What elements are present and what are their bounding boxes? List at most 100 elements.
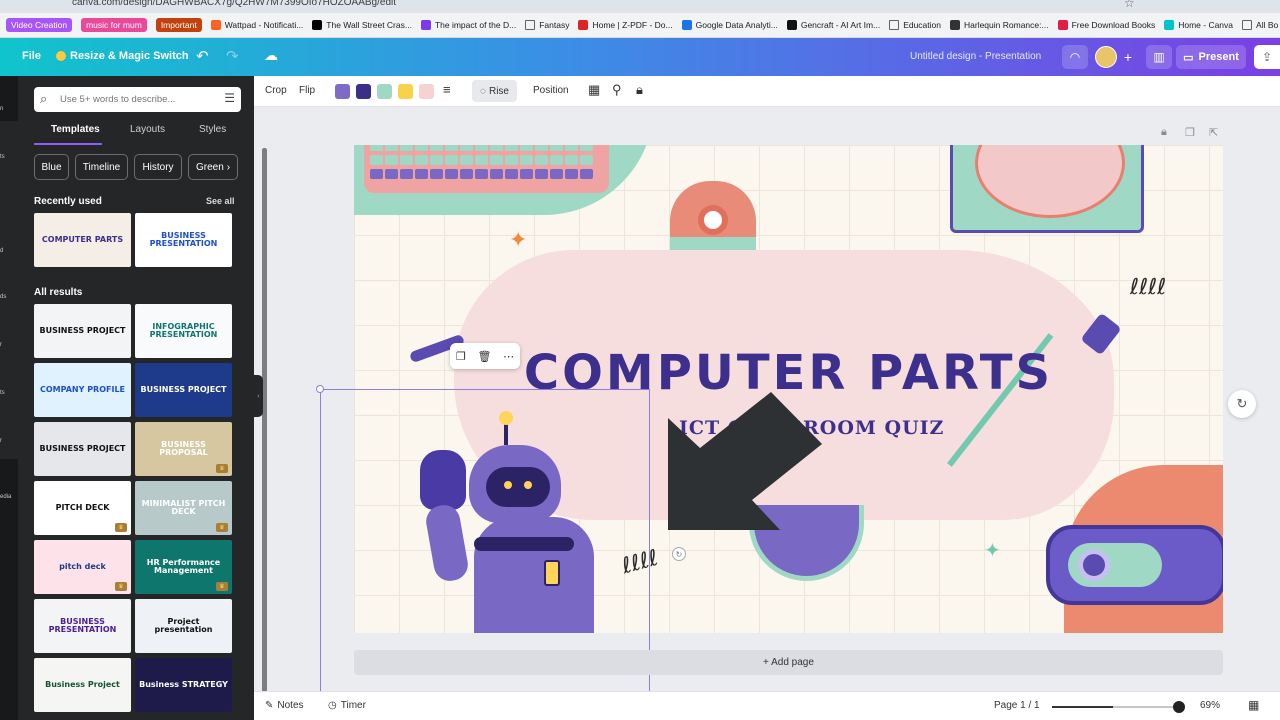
refresh-suggestions-icon[interactable]: ↻ [1228, 390, 1256, 418]
rail-uploads-item[interactable]: r [0, 342, 2, 348]
color-swatch-purple[interactable] [335, 84, 350, 99]
duplicate-page-icon[interactable]: ❐ [1185, 126, 1195, 139]
projector-graphic[interactable] [1046, 525, 1223, 605]
insights-chart-icon[interactable]: ▥ [1146, 45, 1172, 69]
rotate-handle-icon[interactable]: ↻ [672, 547, 686, 561]
template-thumbnail[interactable]: Project presentation [135, 599, 232, 653]
sparkle-star-icon[interactable]: ✦ [509, 227, 527, 253]
design-title[interactable]: Untitled design - Presentation [910, 51, 1041, 62]
template-thumbnail[interactable]: HR Performance Management ♛ [135, 540, 232, 594]
redo-icon[interactable]: ↷ [226, 47, 239, 65]
chip-green[interactable]: Green › [188, 154, 238, 180]
keyboard-graphic[interactable] [364, 145, 609, 193]
delete-trash-icon[interactable]: 🗑︎ [477, 350, 491, 363]
template-thumbnail[interactable]: PITCH DECK ♛ [34, 481, 131, 535]
user-avatar[interactable] [1095, 46, 1117, 68]
color-swatch-navy[interactable] [356, 84, 371, 99]
template-thumbnail[interactable]: BUSINESS PROJECT [34, 422, 131, 476]
line-weight-icon[interactable]: ≡ [443, 82, 451, 97]
browser-address-bar[interactable]: canva.com/design/DAGHWBACX7g/Q2HW7M7399O… [0, 0, 1280, 13]
template-search-input[interactable] [60, 91, 220, 108]
bookmark-item[interactable]: Harlequin Romance:... [950, 20, 1049, 30]
chip-blue[interactable]: Blue [34, 154, 69, 180]
bookmark-item[interactable]: Free Download Books [1057, 20, 1155, 30]
rail-elements-item[interactable]: ts [0, 154, 5, 160]
see-all-link[interactable]: See all [206, 196, 235, 206]
bookmark-item[interactable]: Fantasy [525, 20, 569, 30]
position-button[interactable]: Position [533, 85, 569, 96]
squiggle-doodle[interactable]: ℓℓℓℓ [1130, 275, 1166, 300]
paint-format-icon[interactable]: ⚲ [612, 82, 622, 98]
template-thumbnail[interactable]: Business Project [34, 658, 131, 712]
template-thumbnail[interactable]: COMPUTER PARTS [34, 213, 131, 267]
bookmark-item[interactable]: The Wall Street Cras... [312, 20, 412, 30]
undo-icon[interactable]: ↶ [196, 47, 209, 65]
bookmark-item[interactable]: Video Creation [6, 18, 73, 32]
cooling-fan-graphic[interactable] [950, 145, 1144, 233]
add-page-button[interactable]: + Add page [354, 650, 1223, 675]
flip-button[interactable]: Flip [299, 85, 315, 96]
tab-styles[interactable]: Styles [199, 124, 226, 135]
rail-tools-item[interactable]: ts [0, 390, 5, 396]
template-thumbnail[interactable]: BUSINESS PRESENTATION [34, 599, 131, 653]
bookmark-item[interactable]: Important [155, 18, 202, 32]
rail-projects-item[interactable]: r [0, 438, 2, 444]
rail-design-item[interactable]: n [0, 106, 3, 112]
color-swatch-pink[interactable] [419, 84, 434, 99]
panel-scroll-thumb[interactable] [262, 148, 267, 708]
tab-templates[interactable]: Templates [51, 124, 100, 135]
resize-magic-switch-button[interactable]: Resize & Magic Switch [56, 50, 189, 62]
grid-view-icon[interactable]: ▦ [1248, 698, 1259, 712]
mint-sparkle-icon[interactable]: ✦ [984, 538, 1001, 563]
resize-handle[interactable] [316, 385, 324, 393]
transparency-icon[interactable]: ▦ [588, 82, 600, 98]
chevron-right-icon[interactable]: › [227, 162, 230, 173]
present-button[interactable]: ▭ Present [1176, 45, 1246, 69]
chip-timeline[interactable]: Timeline [75, 154, 128, 180]
template-thumbnail[interactable]: BUSINESS PROJECT [34, 304, 131, 358]
file-menu-button[interactable]: File [22, 50, 41, 62]
duplicate-icon[interactable]: ❐ [456, 350, 466, 363]
more-options-icon[interactable]: ⋯ [503, 350, 514, 363]
template-thumbnail[interactable]: BUSINESS PROPOSAL ♛ [135, 422, 232, 476]
bookmark-item[interactable]: Education [889, 20, 941, 30]
address-url[interactable]: canva.com/design/DAGHWBACX7g/Q2HW7M7399O… [72, 0, 396, 8]
template-thumbnail[interactable]: Business STRATEGY [135, 658, 232, 712]
template-thumbnail[interactable]: BUSINESS PROJECT [135, 363, 232, 417]
webcam-graphic[interactable] [670, 181, 756, 259]
share-upload-icon[interactable]: ⇪ [1254, 45, 1280, 69]
rail-media-item[interactable]: edia [0, 494, 11, 500]
add-page-icon[interactable]: ⇱ [1209, 126, 1218, 139]
tab-layouts[interactable]: Layouts [130, 124, 165, 135]
timer-button[interactable]: ◷ Timer [328, 700, 366, 711]
template-thumbnail[interactable]: MINIMALIST PITCH DECK ♛ [135, 481, 232, 535]
lock-icon[interactable]: 🔒︎ [636, 82, 643, 98]
animate-rise-button[interactable]: ◌ Rise [472, 80, 517, 102]
color-swatch-mint[interactable] [377, 84, 392, 99]
bookmark-item[interactable]: Home - Canva [1164, 20, 1233, 30]
bookmark-item[interactable]: Home | Z-PDF - Do... [578, 20, 673, 30]
page-lock-icon[interactable]: 🔒︎ [1161, 126, 1167, 139]
template-thumbnail[interactable]: INFOGRAPHIC PRESENTATION [135, 304, 232, 358]
bookmark-item[interactable]: Gencraft - AI Art Im... [786, 20, 880, 30]
filter-sliders-icon[interactable]: ☰ [224, 91, 235, 105]
bookmark-star-icon[interactable]: ☆ [1124, 0, 1135, 10]
rail-text-item[interactable]: d [0, 248, 3, 254]
zoom-slider-knob[interactable] [1172, 701, 1185, 713]
bookmark-item[interactable]: music for mum [81, 18, 147, 32]
cloud-save-icon[interactable]: ☁ [264, 47, 278, 64]
color-swatch-yellow[interactable] [398, 84, 413, 99]
bookmark-item[interactable]: All Bo [1242, 20, 1278, 30]
rail-brand-item[interactable]: ds [0, 294, 6, 300]
crop-button[interactable]: Crop [265, 85, 287, 96]
bookmark-item[interactable]: Google Data Analyti... [681, 20, 778, 30]
template-thumbnail[interactable]: COMPANY PROFILE [34, 363, 131, 417]
bookmark-item[interactable]: The impact of the D... [420, 20, 516, 30]
page-indicator[interactable]: Page 1 / 1 [994, 700, 1040, 711]
zoom-percentage[interactable]: 69% [1200, 700, 1220, 711]
notes-button[interactable]: ✎ Notes [265, 700, 304, 711]
bookmark-item[interactable]: Wattpad - Notificati... [210, 20, 303, 30]
chip-history[interactable]: History [134, 154, 182, 180]
template-thumbnail[interactable]: BUSINESS PRESENTATION [135, 213, 232, 267]
collapse-panel-handle[interactable]: ‹ [254, 375, 263, 417]
